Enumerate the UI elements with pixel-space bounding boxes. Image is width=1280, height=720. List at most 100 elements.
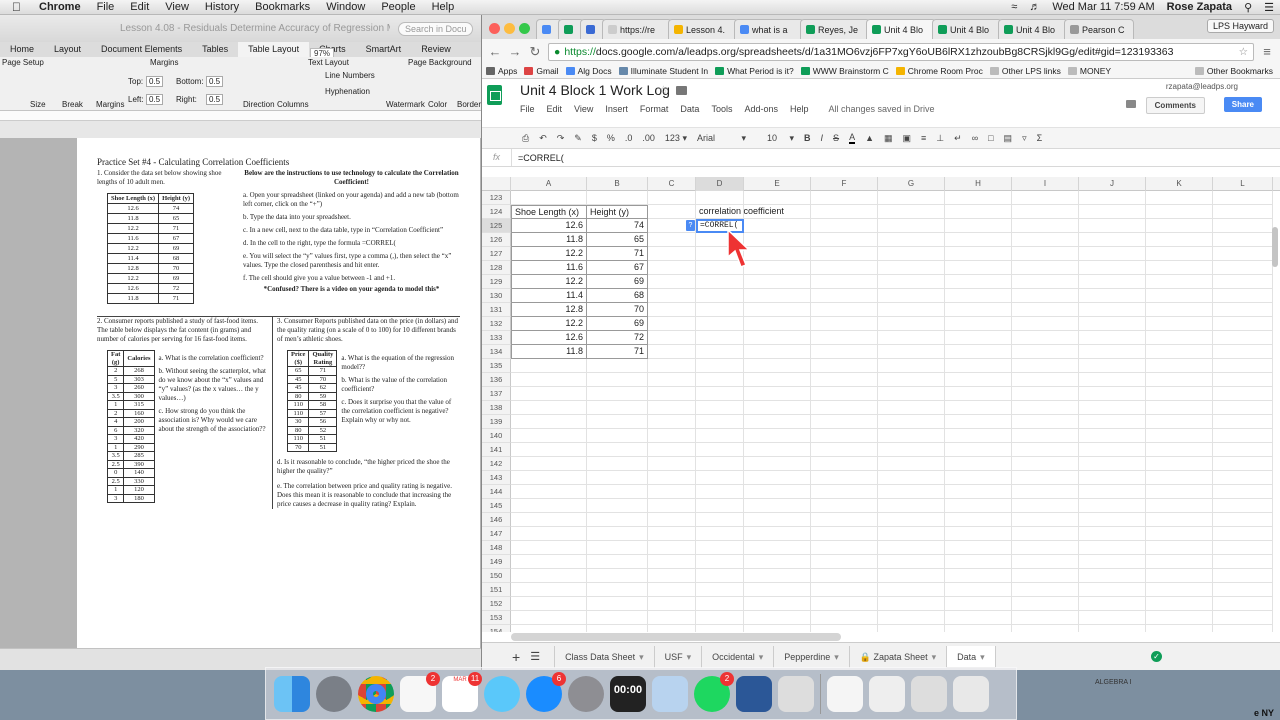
cell-h151[interactable] xyxy=(945,583,1012,597)
cell-g134[interactable] xyxy=(878,345,945,359)
close-window-button[interactable] xyxy=(489,23,500,34)
cell-e134[interactable] xyxy=(744,345,811,359)
cell-f140[interactable] xyxy=(811,429,878,443)
chrome-tab[interactable]: Pearson C xyxy=(1064,19,1134,39)
cell-j144[interactable] xyxy=(1079,485,1146,499)
comment-icon[interactable]: □ xyxy=(988,133,993,143)
formula-help-badge[interactable]: ? xyxy=(686,220,695,231)
cell-j130[interactable] xyxy=(1079,289,1146,303)
cell-e130[interactable] xyxy=(744,289,811,303)
cell-b135[interactable] xyxy=(587,359,648,373)
row-header[interactable]: 150 xyxy=(482,569,511,583)
column-header-a[interactable]: A xyxy=(511,177,587,191)
cell-b128[interactable]: 67 xyxy=(587,261,648,275)
cell-e154[interactable] xyxy=(744,625,811,632)
apple-menu-icon[interactable]:  xyxy=(0,0,31,14)
sheets-menu-edit[interactable]: Edit xyxy=(547,104,563,114)
cell-k153[interactable] xyxy=(1146,611,1213,625)
cell-e125[interactable] xyxy=(744,219,811,233)
cell-i127[interactable] xyxy=(1012,247,1079,261)
cell-d147[interactable] xyxy=(696,527,744,541)
row-header[interactable]: 142 xyxy=(482,457,511,471)
cell-l144[interactable] xyxy=(1213,485,1273,499)
cell-d146[interactable] xyxy=(696,513,744,527)
cell-e128[interactable] xyxy=(744,261,811,275)
column-header-g[interactable]: G xyxy=(878,177,945,191)
trash-icon[interactable] xyxy=(953,675,989,712)
cell-l124[interactable] xyxy=(1213,205,1273,219)
cell-h146[interactable] xyxy=(945,513,1012,527)
chart-icon[interactable]: ▤ xyxy=(1004,133,1013,144)
cell-f143[interactable] xyxy=(811,471,878,485)
cell-f152[interactable] xyxy=(811,597,878,611)
cell-c150[interactable] xyxy=(648,569,696,583)
column-header-e[interactable]: E xyxy=(744,177,811,191)
bookmark-apps[interactable]: Apps xyxy=(486,66,524,76)
cell-b133[interactable]: 72 xyxy=(587,331,648,345)
cell-k149[interactable] xyxy=(1146,555,1213,569)
cell-e123[interactable] xyxy=(744,191,811,205)
cell-i128[interactable] xyxy=(1012,261,1079,275)
cell-a148[interactable] xyxy=(511,541,587,555)
cell-i134[interactable] xyxy=(1012,345,1079,359)
cell-k148[interactable] xyxy=(1146,541,1213,555)
cell-l152[interactable] xyxy=(1213,597,1273,611)
cell-i143[interactable] xyxy=(1012,471,1079,485)
cell-f130[interactable] xyxy=(811,289,878,303)
sheets-menu-tools[interactable]: Tools xyxy=(711,104,732,114)
cell-j152[interactable] xyxy=(1079,597,1146,611)
cell-j132[interactable] xyxy=(1079,317,1146,331)
decrease-decimal-button[interactable]: .0 xyxy=(625,133,633,143)
window-stack-icon[interactable] xyxy=(911,675,947,712)
cell-h134[interactable] xyxy=(945,345,1012,359)
cell-b148[interactable] xyxy=(587,541,648,555)
cell-b140[interactable] xyxy=(587,429,648,443)
cell-d133[interactable] xyxy=(696,331,744,345)
cell-e145[interactable] xyxy=(744,499,811,513)
borders-icon[interactable]: ▦ xyxy=(884,133,893,144)
cell-k125[interactable] xyxy=(1146,219,1213,233)
row-header[interactable]: 135 xyxy=(482,359,511,373)
row-header[interactable]: 151 xyxy=(482,583,511,597)
ribbon-color-button[interactable]: Color xyxy=(428,100,447,109)
cell-b153[interactable] xyxy=(587,611,648,625)
app-menu[interactable]: Chrome xyxy=(31,1,89,13)
profile-button[interactable]: LPS Hayward xyxy=(1206,19,1274,33)
calendar-icon[interactable]: MAR 11 xyxy=(442,671,482,712)
paint-format-icon[interactable]: ✎ xyxy=(574,133,582,144)
cell-d123[interactable] xyxy=(696,191,744,205)
cell-k143[interactable] xyxy=(1146,471,1213,485)
sheets-menu-insert[interactable]: Insert xyxy=(605,104,628,114)
cell-l143[interactable] xyxy=(1213,471,1273,485)
cell-e127[interactable] xyxy=(744,247,811,261)
cell-i136[interactable] xyxy=(1012,373,1079,387)
cell-c133[interactable] xyxy=(648,331,696,345)
currency-button[interactable]: $ xyxy=(592,133,597,143)
cell-d130[interactable] xyxy=(696,289,744,303)
cell-b139[interactable] xyxy=(587,415,648,429)
word-tab-document-elements[interactable]: Document Elements xyxy=(91,42,192,57)
cell-g129[interactable] xyxy=(878,275,945,289)
cell-c151[interactable] xyxy=(648,583,696,597)
row-header[interactable]: 132 xyxy=(482,317,511,331)
cell-l136[interactable] xyxy=(1213,373,1273,387)
cell-h126[interactable] xyxy=(945,233,1012,247)
cell-a126[interactable]: 11.8 xyxy=(511,233,587,247)
share-button[interactable]: Share xyxy=(1223,97,1262,112)
cell-h141[interactable] xyxy=(945,443,1012,457)
link-icon[interactable]: ∞ xyxy=(972,133,978,143)
column-header-c[interactable]: C xyxy=(648,177,696,191)
cell-e131[interactable] xyxy=(744,303,811,317)
menu-window[interactable]: Window xyxy=(318,1,373,13)
cell-b134[interactable]: 71 xyxy=(587,345,648,359)
cell-i139[interactable] xyxy=(1012,415,1079,429)
cell-k152[interactable] xyxy=(1146,597,1213,611)
cell-j139[interactable] xyxy=(1079,415,1146,429)
cell-b150[interactable] xyxy=(587,569,648,583)
cell-f149[interactable] xyxy=(811,555,878,569)
cell-i151[interactable] xyxy=(1012,583,1079,597)
row-header[interactable]: 154 xyxy=(482,625,511,632)
cell-i147[interactable] xyxy=(1012,527,1079,541)
row-header[interactable]: 127 xyxy=(482,247,511,261)
zoom-window-button[interactable] xyxy=(519,23,530,34)
